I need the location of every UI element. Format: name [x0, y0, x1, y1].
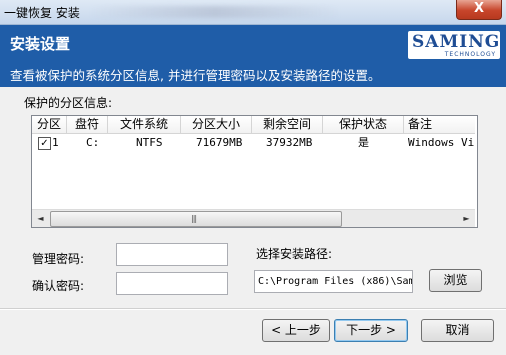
grip-icon: |||	[191, 214, 197, 223]
column-header-free[interactable]: 剩余空间	[252, 116, 323, 133]
cell-status: 是	[358, 136, 369, 149]
page-description: 查看被保护的系统分区信息, 并进行管理密码以及安装路径的设置。	[10, 68, 381, 83]
back-button[interactable]: < 上一步	[262, 319, 330, 342]
cell-drive: C:	[86, 136, 100, 149]
page-title: 安装设置	[10, 35, 71, 53]
scroll-right-icon[interactable]: ►	[458, 210, 475, 227]
confirm-password-label: 确认密码:	[32, 279, 85, 293]
column-header-status[interactable]: 保护状态	[323, 116, 404, 133]
row-checkbox[interactable]: ✓	[38, 137, 51, 150]
close-button[interactable]: X	[456, 0, 502, 20]
window-title: 一键恢复 安装	[4, 6, 80, 20]
install-path-input[interactable]: C:\Program Files (x86)\Sam	[254, 270, 413, 293]
table-row[interactable]: ✓ 1 C: NTFS 71679MB 37932MB 是 Windows Vi…	[32, 135, 475, 151]
table-header: 分区 盘符 文件系统 分区大小 剩余空间 保护状态 备注	[32, 116, 475, 134]
admin-password-label: 管理密码:	[32, 252, 85, 266]
footer-divider	[0, 308, 506, 310]
blurred-title-area	[90, 6, 340, 18]
cell-filesystem: NTFS	[136, 136, 163, 149]
saming-logo: SAMING TECHNOLOGY	[408, 31, 500, 59]
cancel-button[interactable]: 取消	[421, 319, 494, 342]
install-path-label: 选择安装路径:	[256, 247, 333, 261]
header-banner: 安装设置 查看被保护的系统分区信息, 并进行管理密码以及安装路径的设置。 SAM…	[0, 25, 506, 87]
browse-button[interactable]: 浏览	[429, 269, 482, 292]
column-header-partition[interactable]: 分区	[32, 116, 67, 133]
cell-note: Windows Vis	[408, 136, 474, 149]
scrollbar-thumb[interactable]: |||	[50, 211, 342, 227]
partition-section-label: 保护的分区信息:	[24, 96, 113, 110]
cell-partition: 1	[52, 136, 59, 149]
column-header-filesystem[interactable]: 文件系统	[108, 116, 181, 133]
column-header-drive[interactable]: 盘符	[67, 116, 108, 133]
next-button[interactable]: 下一步 >	[334, 319, 408, 342]
logo-sub-text: TECHNOLOGY	[444, 51, 496, 58]
cell-size: 71679MB	[196, 136, 243, 149]
confirm-password-field[interactable]	[116, 272, 228, 295]
cell-free: 37932MB	[266, 136, 313, 149]
title-bar: 一键恢复 安装 X	[0, 0, 506, 25]
partition-table: 分区 盘符 文件系统 分区大小 剩余空间 保护状态 备注 ✓ 1 C: NTFS…	[31, 115, 478, 228]
horizontal-scrollbar[interactable]: ◄ ||| ►	[32, 209, 475, 227]
admin-password-field[interactable]	[116, 243, 228, 266]
logo-main-text: SAMING	[412, 32, 501, 52]
column-header-size[interactable]: 分区大小	[181, 116, 252, 133]
scroll-left-icon[interactable]: ◄	[32, 210, 49, 227]
column-header-note[interactable]: 备注	[404, 116, 475, 133]
